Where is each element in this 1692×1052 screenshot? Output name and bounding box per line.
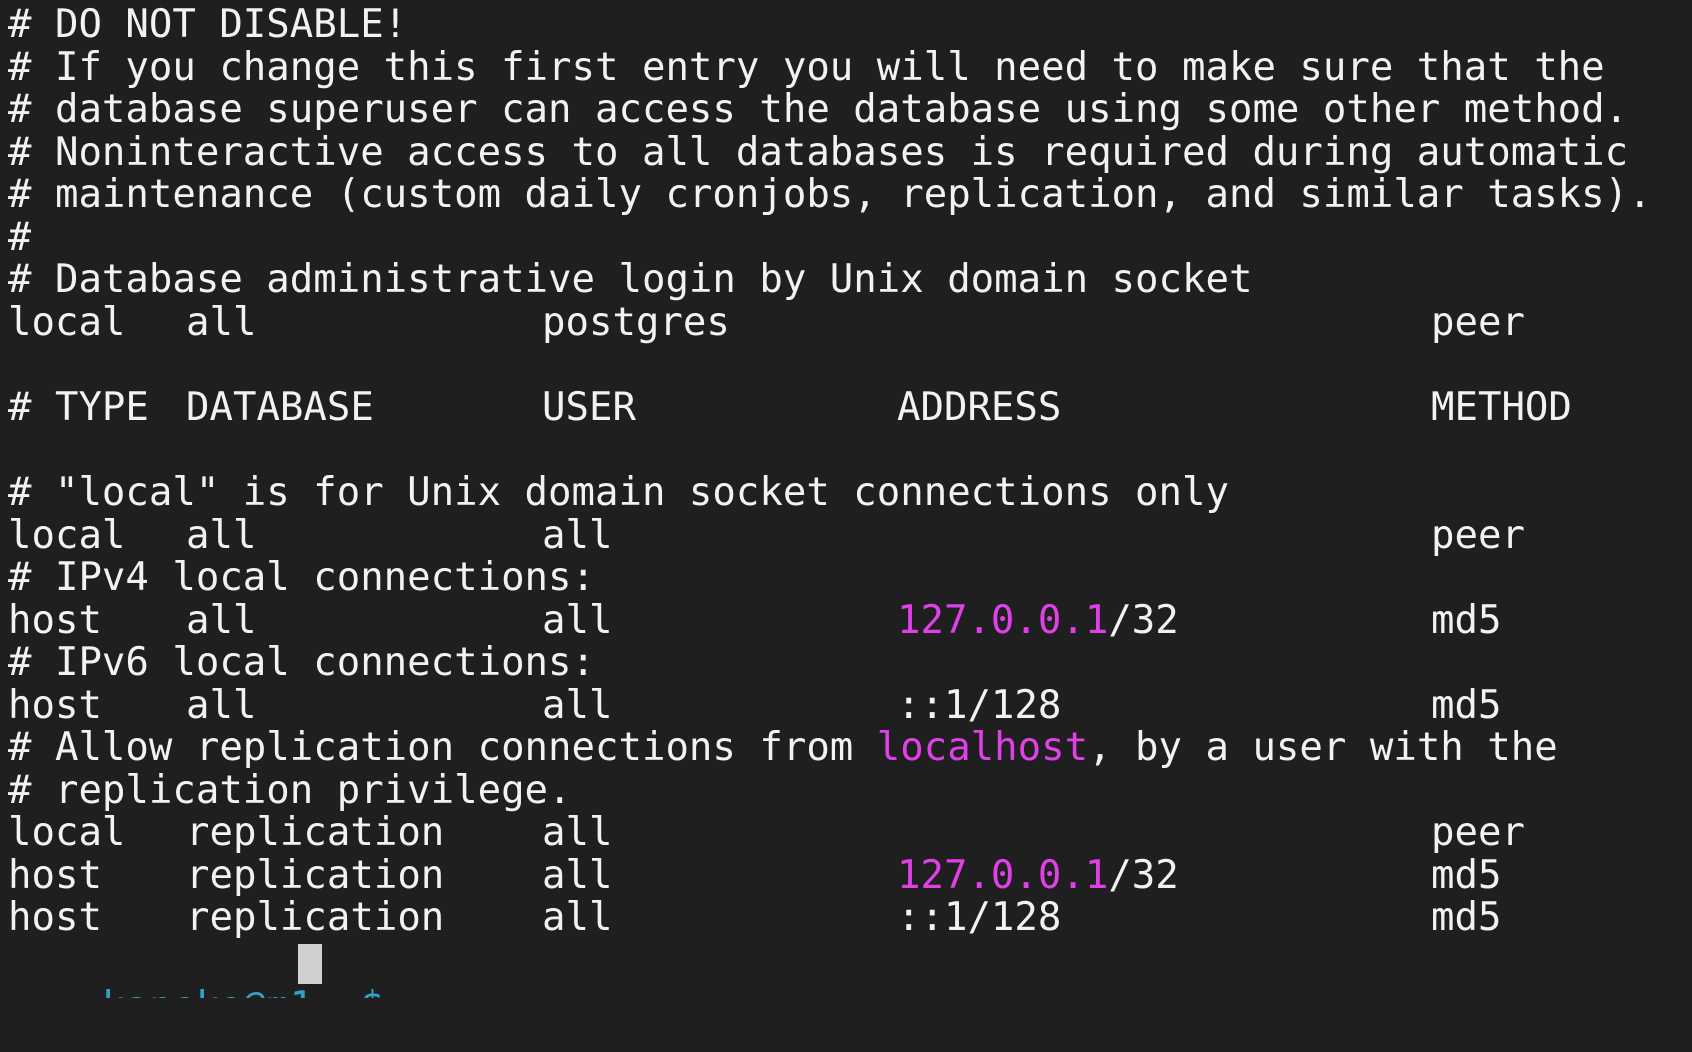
address-ip: 127.0.0.1 [897,853,1109,898]
comment-text: , by a user with the [1088,725,1558,770]
rule-address: ::1/128 [897,683,1062,728]
rule-database: all [186,598,257,643]
rule-method: peer [1431,513,1525,558]
rule-method: peer [1431,810,1525,855]
comment-line: # Noninteractive access to all databases… [8,130,1629,175]
comment-highlight-localhost: localhost [876,725,1089,770]
rule-type: local [8,810,126,855]
rule-user: all [542,598,613,643]
rule-type: host [8,598,102,643]
rule-row-local: local all all peer [8,513,1692,559]
comment-line: # IPv4 local connections: [8,555,595,600]
rule-database: replication [186,853,445,898]
comment-line: # If you change this first entry you wil… [8,45,1605,90]
shell-prompt: kaneko@m1:~$ [102,984,384,998]
rule-row-repl-ipv4: host replication all 127.0.0.1/32 md5 [8,853,1692,899]
rule-user: all [542,895,613,940]
rule-address: 127.0.0.1/32 [897,853,1179,899]
comment-line: # "local" is for Unix domain socket conn… [8,470,1229,515]
rule-address: ::1/128 [897,895,1062,940]
comment-line: # replication privilege. [8,768,572,813]
rule-user: all [542,810,613,855]
terminal-window[interactable]: # DO NOT DISABLE! # If you change this f… [8,2,1692,1052]
rule-database: replication [186,810,445,855]
comment-line: # database superuser can access the data… [8,87,1629,132]
column-header-row: # TYPE DATABASE USER ADDRESS METHOD [8,385,1692,431]
header-database: DATABASE [186,385,374,430]
address-ip: 127.0.0.1 [897,598,1109,643]
rule-user: all [542,513,613,558]
rule-method: peer [1431,300,1525,345]
rule-method: md5 [1431,683,1502,728]
rule-user: all [542,853,613,898]
comment-line: # Allow replication connections from loc… [8,725,1558,771]
rule-method: md5 [1431,853,1502,898]
text-cursor [298,944,322,984]
comment-line: # IPv6 local connections: [8,640,595,685]
rule-row-ipv4: host all all 127.0.0.1/32 md5 [8,598,1692,644]
comment-text: # Allow replication connections from [8,725,877,770]
rule-database: all [186,300,257,345]
comment-line: # maintenance (custom daily cronjobs, re… [8,172,1652,217]
rule-database: replication [186,895,445,940]
rule-method: md5 [1431,598,1502,643]
rule-row-repl-ipv6: host replication all ::1/128 md5 [8,895,1692,941]
rule-row-admin: local all postgres peer [8,300,1692,346]
address-mask: /32 [1108,853,1179,898]
rule-type: local [8,513,126,558]
rule-address: 127.0.0.1/32 [897,598,1179,644]
header-method: METHOD [1431,385,1572,430]
rule-user: all [542,683,613,728]
rule-row-ipv6: host all all ::1/128 md5 [8,683,1692,729]
rule-row-repl-local: local replication all peer [8,810,1692,856]
rule-type: host [8,683,102,728]
rule-method: md5 [1431,895,1502,940]
header-user: USER [542,385,636,430]
comment-line: # [8,215,32,260]
rule-type: host [8,853,102,898]
rule-type: host [8,895,102,940]
rule-user: postgres [542,300,730,345]
comment-line: # DO NOT DISABLE! [8,2,408,47]
rule-type: local [8,300,126,345]
prompt-line[interactable]: kaneko@m1:~$ [8,938,1692,998]
address-mask: /32 [1108,598,1179,643]
header-type: # TYPE [8,385,149,430]
header-address: ADDRESS [897,385,1062,430]
rule-database: all [186,683,257,728]
rule-database: all [186,513,257,558]
comment-line: # Database administrative login by Unix … [8,257,1253,302]
